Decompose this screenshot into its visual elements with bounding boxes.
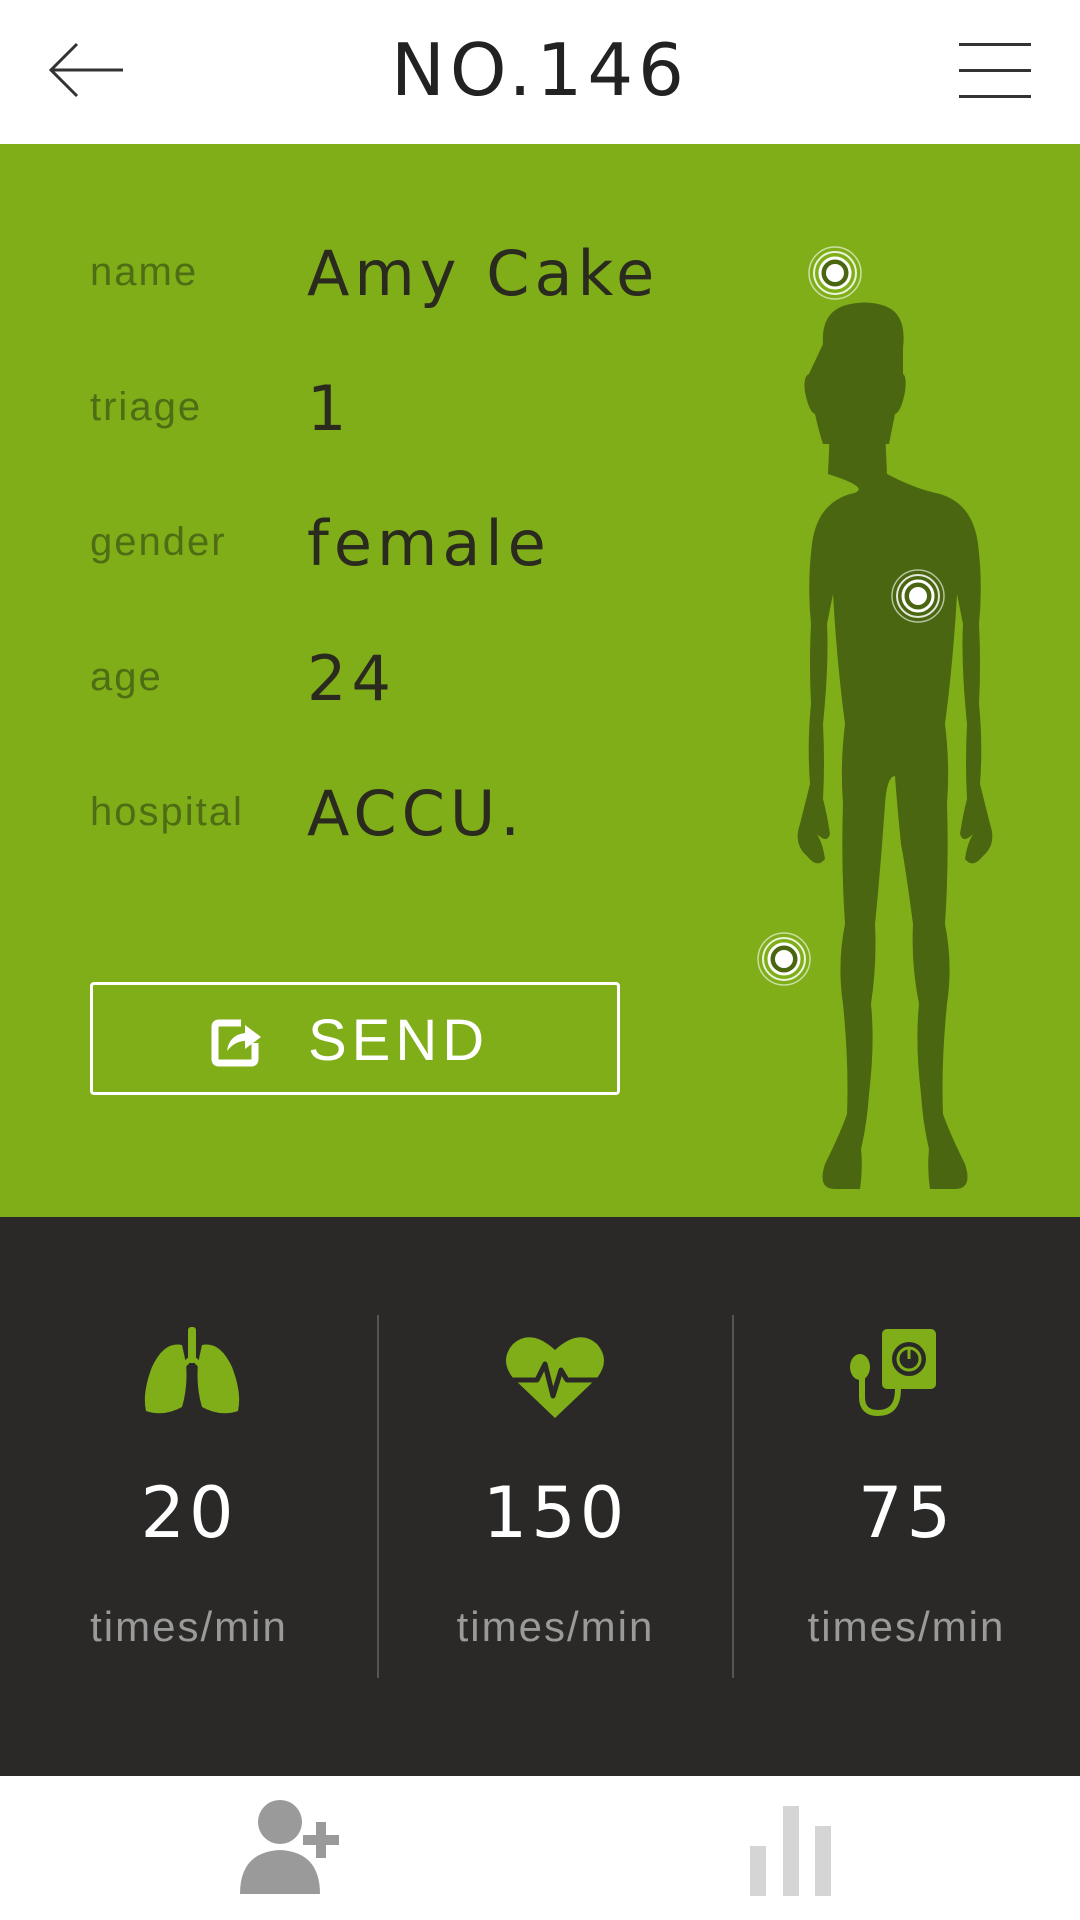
hamburger-line	[959, 95, 1031, 98]
field-value: 24	[307, 642, 396, 715]
send-label: SEND	[308, 1008, 490, 1073]
lungs-icon	[144, 1327, 240, 1414]
field-label: hospital	[90, 790, 244, 834]
injury-marker-head[interactable]	[807, 245, 863, 301]
heart-rate-value: 150	[482, 1472, 629, 1554]
injury-marker-knee[interactable]	[756, 931, 812, 987]
field-value: ACCU.	[307, 777, 525, 850]
menu-button[interactable]	[955, 38, 1033, 104]
field-triage: triage 1	[90, 372, 690, 485]
vitals-panel: 20 times/min 150 times/min 75 times/min	[0, 1217, 1080, 1776]
field-value: female	[307, 507, 551, 580]
add-person-icon	[240, 1800, 339, 1894]
blood-pressure-monitor-icon	[850, 1329, 936, 1417]
bar-chart-icon	[750, 1806, 831, 1896]
header: NO.146	[0, 0, 1080, 144]
hamburger-menu-icon	[959, 43, 1031, 46]
share-icon	[211, 1019, 261, 1067]
injury-marker-hip[interactable]	[890, 568, 946, 624]
bottom-nav	[0, 1776, 1080, 1920]
patient-panel: name Amy Cake triage 1 gender female age…	[0, 144, 1080, 1217]
field-label: name	[90, 250, 199, 294]
field-label: gender	[90, 520, 227, 564]
field-value: Amy Cake	[307, 237, 660, 310]
vital-heart-rate: 150 times/min	[378, 1217, 733, 1776]
blood-pressure-value: 75	[857, 1472, 956, 1554]
field-age: age 24	[90, 642, 690, 755]
respiration-value: 20	[140, 1472, 238, 1554]
field-label: age	[90, 655, 163, 699]
human-body-silhouette	[797, 302, 993, 1189]
field-value: 1	[307, 372, 352, 445]
field-label: triage	[90, 385, 203, 429]
heart-rate-unit: times/min	[456, 1603, 655, 1650]
blood-pressure-unit: times/min	[807, 1603, 1006, 1650]
respiration-unit: times/min	[90, 1603, 288, 1650]
vital-respiration: 20 times/min	[0, 1217, 378, 1776]
field-name: name Amy Cake	[90, 237, 690, 350]
hamburger-line	[959, 69, 1031, 72]
nav-add-patient[interactable]	[238, 1796, 368, 1906]
heart-rate-icon	[506, 1337, 604, 1418]
nav-statistics[interactable]	[735, 1796, 865, 1906]
vital-blood-pressure: 75 times/min	[733, 1217, 1080, 1776]
field-hospital: hospital ACCU.	[90, 777, 690, 890]
send-button[interactable]: SEND	[90, 982, 620, 1095]
field-gender: gender female	[90, 507, 690, 620]
page-title: NO.146	[391, 28, 689, 112]
